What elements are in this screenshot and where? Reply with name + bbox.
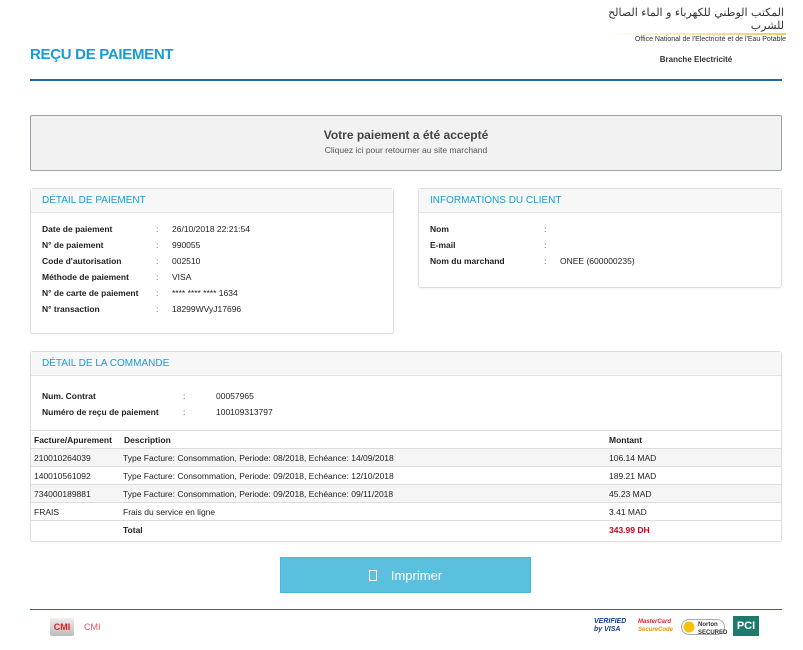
info-label: N° de carte de paiement [42, 288, 139, 298]
success-banner[interactable]: Votre paiement a été accepté Cliquez ici… [30, 115, 782, 171]
info-label: Date de paiement [42, 224, 113, 234]
invoice-description: Type Facture: Consommation, Periode: 09/… [121, 466, 606, 485]
table-row: 140010561092 Type Facture: Consommation,… [31, 466, 781, 485]
invoice-amount: 45.23 MAD [606, 484, 781, 503]
table-row: 210010264039 Type Facture: Consommation,… [31, 448, 781, 467]
info-row: N° de carte de paiement : **** **** ****… [42, 285, 382, 301]
info-row: E-mail : [430, 237, 770, 253]
info-value: 26/10/2018 22:21:54 [172, 224, 250, 234]
info-label: Nom du marchand [430, 256, 505, 266]
info-value: 18299WVyJ17696 [172, 304, 242, 314]
mastercard-securecode-badge: MasterCard SecureCode [638, 619, 674, 633]
invoice-amount: 3.41 MAD [606, 502, 781, 521]
panel-heading: DÉTAIL DE LA COMMANDE [31, 352, 781, 376]
separator: : [544, 240, 547, 250]
invoice-amount: 106.14 MAD [606, 448, 781, 467]
invoice-description: Frais du service en ligne [121, 502, 606, 521]
verified-by-visa-badge: VERIFIED by VISA [594, 618, 627, 633]
onee-logo: المكتب الوطني للكهرباء و الماء الصالح لل… [606, 6, 786, 64]
invoice-description: Type Facture: Consommation, Periode: 09/… [121, 484, 606, 503]
print-icon [368, 569, 377, 581]
invoice-amount: 189.21 MAD [606, 466, 781, 485]
invoice-ref: 140010561092 [31, 466, 121, 485]
info-label: Numéro de reçu de paiement [42, 407, 159, 417]
table-row: FRAIS Frais du service en ligne 3.41 MAD [31, 502, 781, 521]
total-row: Total 343.99 DH [31, 520, 781, 539]
info-row: N° transaction : 18299WVyJ17696 [42, 301, 382, 317]
print-button[interactable]: Imprimer [280, 557, 531, 593]
col-facture: Facture/Apurement [31, 430, 121, 449]
cmi-label: CMI [84, 622, 101, 632]
print-label: Imprimer [390, 567, 443, 583]
separator: : [183, 407, 186, 417]
invoice-ref: 210010264039 [31, 448, 121, 467]
info-row: N° de paiement : 990055 [42, 237, 382, 253]
logo-bar [606, 33, 786, 35]
separator: : [156, 240, 159, 250]
separator: : [544, 224, 547, 234]
panel-heading: DÉTAIL DE PAIEMENT [31, 189, 393, 213]
info-label: N° transaction [42, 304, 100, 314]
invoice-table: Facture/Apurement Description Montant 21… [31, 430, 781, 539]
branch-label: Branche Electricité [659, 55, 733, 64]
return-merchant-link[interactable]: Cliquez ici pour retourner au site march… [31, 145, 781, 155]
info-label: E-mail [430, 240, 456, 250]
separator: : [156, 272, 159, 282]
norton-secured-badge: Norton SECURED [681, 619, 727, 636]
invoice-description: Type Facture: Consommation, Periode: 08/… [121, 448, 606, 467]
invoice-ref: 734000189881 [31, 484, 121, 503]
separator: : [544, 256, 547, 266]
info-row: Numéro de reçu de paiement : 10010931379… [42, 404, 770, 420]
footer-divider [30, 609, 782, 610]
info-value: **** **** **** 1634 [172, 288, 238, 298]
logo-french: Office National de l'Electricité et de l… [634, 36, 786, 43]
invoice-ref: FRAIS [31, 502, 121, 521]
separator: : [183, 391, 186, 401]
total-amount: 343.99 DH [606, 520, 781, 539]
info-label: Code d'autorisation [42, 256, 122, 266]
separator: : [156, 224, 159, 234]
page-title: REÇU DE PAIEMENT [30, 46, 174, 63]
panel-heading: INFORMATIONS DU CLIENT [419, 189, 781, 213]
info-value: 002510 [172, 256, 201, 266]
table-row: 734000189881 Type Facture: Consommation,… [31, 484, 781, 503]
client-info-panel: INFORMATIONS DU CLIENT Nom : E-mail : No… [418, 188, 782, 288]
info-value: ONEE (600000235) [560, 256, 635, 266]
info-label: Num. Contrat [42, 391, 96, 401]
info-value: 100109313797 [216, 407, 273, 417]
separator: : [156, 304, 159, 314]
info-label: N° de paiement [42, 240, 104, 250]
info-row: Nom : [430, 221, 770, 237]
order-detail-panel: DÉTAIL DE LA COMMANDE Num. Contrat : 000… [30, 351, 782, 542]
info-value: 00057965 [216, 391, 254, 401]
info-label: Nom [430, 224, 449, 234]
logo-arabic: المكتب الوطني للكهرباء و الماء الصالح لل… [608, 6, 784, 32]
info-row: Num. Contrat : 00057965 [42, 388, 770, 404]
info-row: Date de paiement : 26/10/2018 22:21:54 [42, 221, 382, 237]
payment-detail-panel: DÉTAIL DE PAIEMENT Date de paiement : 26… [30, 188, 394, 334]
success-title: Votre paiement a été accepté [323, 128, 489, 142]
info-row: Code d'autorisation : 002510 [42, 253, 382, 269]
info-value: 990055 [172, 240, 201, 250]
col-montant: Montant [606, 430, 781, 449]
info-row: Nom du marchand : ONEE (600000235) [430, 253, 770, 269]
cmi-logo: CMI [50, 618, 74, 636]
info-label: Méthode de paiement [42, 272, 129, 282]
pci-badge: PCI [733, 616, 759, 636]
separator: : [156, 288, 159, 298]
header-divider [30, 79, 782, 81]
info-value: VISA [172, 272, 192, 282]
col-description: Description [121, 430, 606, 449]
separator: : [156, 256, 159, 266]
info-row: Méthode de paiement : VISA [42, 269, 382, 285]
total-label: Total [121, 520, 606, 539]
